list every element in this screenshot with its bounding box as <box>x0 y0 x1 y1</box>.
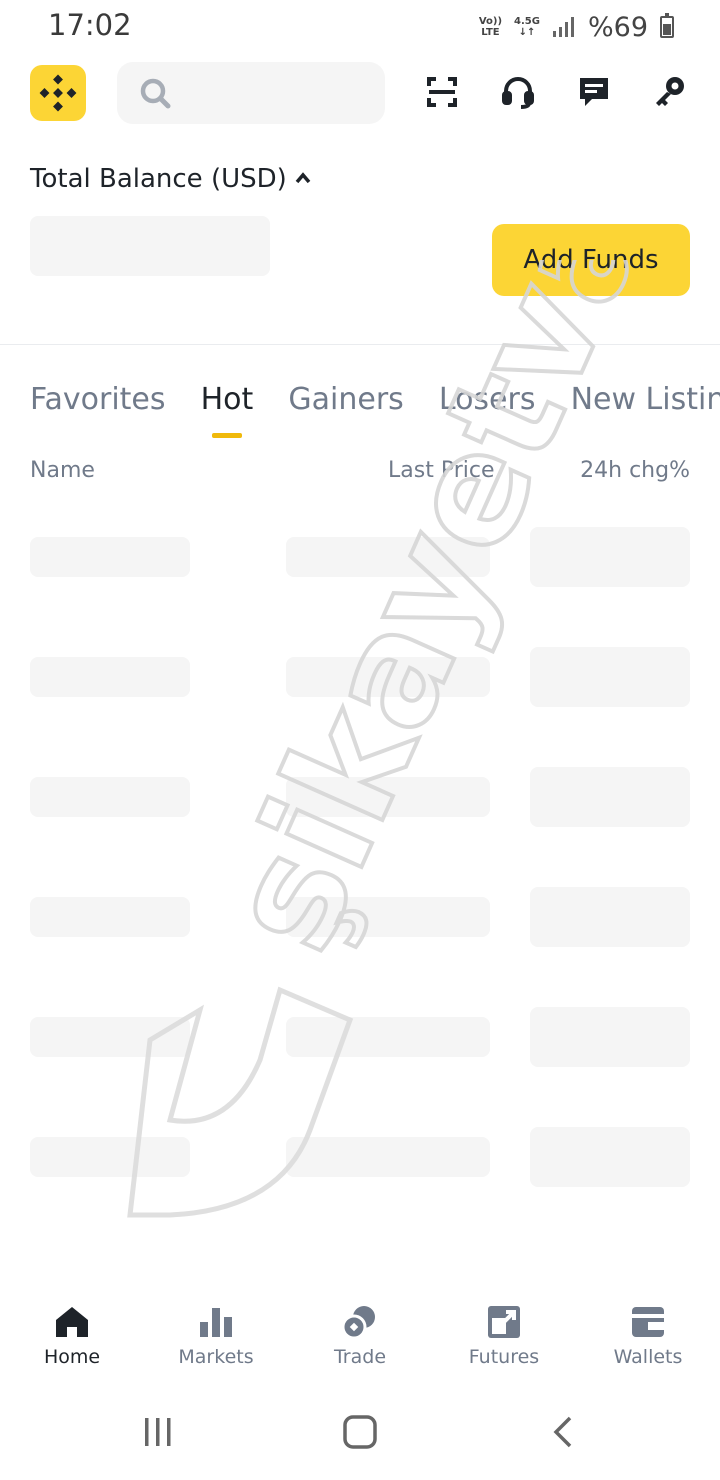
wallets-icon <box>632 1307 664 1337</box>
home-system-icon <box>343 1415 377 1449</box>
nav-label: Wallets <box>613 1346 683 1368</box>
scan-button[interactable] <box>424 74 460 110</box>
name-placeholder <box>30 1137 190 1177</box>
trade-icon <box>342 1306 375 1340</box>
recent-apps-icon <box>145 1418 171 1446</box>
tab-hot[interactable]: Hot <box>201 382 253 438</box>
home-system-button[interactable] <box>330 1412 390 1452</box>
message-icon <box>580 78 608 106</box>
change-placeholder <box>530 1127 690 1187</box>
change-placeholder <box>530 887 690 947</box>
tab-gainers[interactable]: Gainers <box>288 382 403 417</box>
signal-icon <box>552 17 574 37</box>
column-header-24h-change[interactable]: 24h chg% <box>580 458 690 483</box>
status-time: 17:02 <box>48 8 132 42</box>
add-funds-button[interactable]: Add Funds <box>492 224 690 296</box>
battery-icon <box>660 13 674 38</box>
nav-wallets[interactable]: Wallets <box>576 1304 720 1368</box>
nav-home[interactable]: Home <box>0 1304 144 1368</box>
futures-icon <box>488 1306 520 1338</box>
home-icon <box>56 1307 88 1337</box>
nav-label: Home <box>43 1346 101 1368</box>
gift-icon <box>656 77 684 106</box>
nav-trade[interactable]: Trade <box>288 1304 432 1368</box>
total-balance-label: Total Balance (USD) <box>30 164 287 194</box>
divider <box>0 344 720 345</box>
name-placeholder <box>30 777 190 817</box>
binance-logo[interactable] <box>30 65 86 121</box>
price-placeholder <box>286 537 490 577</box>
search-icon <box>140 78 171 109</box>
change-placeholder <box>530 647 690 707</box>
change-placeholder <box>530 1007 690 1067</box>
recent-apps-button[interactable] <box>128 1412 188 1452</box>
search-input[interactable] <box>117 62 385 124</box>
network-indicator: 4.5G ↓↑ <box>514 16 540 38</box>
column-header-name[interactable]: Name <box>30 458 95 483</box>
referral-button[interactable] <box>652 74 688 110</box>
change-placeholder <box>530 527 690 587</box>
volte-bottom: LTE <box>481 27 500 38</box>
markets-icon <box>200 1308 232 1337</box>
price-placeholder <box>286 897 490 937</box>
name-placeholder <box>30 657 190 697</box>
nav-label: Markets <box>178 1346 254 1368</box>
headset-icon <box>502 77 534 109</box>
price-placeholder <box>286 657 490 697</box>
nav-label: Futures <box>468 1346 540 1368</box>
tab-losers[interactable]: Losers <box>439 382 536 417</box>
name-placeholder <box>30 537 190 577</box>
network-type: 4.5G <box>514 16 540 27</box>
status-icons: Vo)) LTE 4.5G ↓↑ %69 <box>479 10 674 44</box>
nav-label: Trade <box>333 1346 387 1368</box>
scan-icon <box>427 77 457 107</box>
binance-logo-icon <box>39 74 77 112</box>
tab-favorites[interactable]: Favorites <box>30 382 166 417</box>
name-placeholder <box>30 897 190 937</box>
price-placeholder <box>286 1017 490 1057</box>
change-placeholder <box>530 767 690 827</box>
back-icon <box>553 1416 572 1448</box>
volte-indicator: Vo)) LTE <box>479 16 502 38</box>
chevron-up-icon <box>295 172 311 184</box>
messages-button[interactable] <box>576 74 612 110</box>
network-arrows: ↓↑ <box>518 27 536 38</box>
balance-toggle[interactable] <box>294 170 312 190</box>
support-button[interactable] <box>500 74 536 110</box>
nav-futures[interactable]: Futures <box>432 1304 576 1368</box>
price-placeholder <box>286 777 490 817</box>
column-header-last-price[interactable]: Last Price <box>388 458 495 483</box>
nav-markets[interactable]: Markets <box>144 1304 288 1368</box>
watermark-text: şikayetvar <box>194 260 630 975</box>
back-button[interactable] <box>532 1412 592 1452</box>
battery-percent: %69 <box>587 11 648 43</box>
name-placeholder <box>30 1017 190 1057</box>
balance-value-placeholder <box>30 216 270 276</box>
price-placeholder <box>286 1137 490 1177</box>
volte-top: Vo)) <box>478 16 503 27</box>
market-tabs: Favorites Hot Gainers Losers New Listing… <box>30 382 720 442</box>
tab-new-listings[interactable]: New Listings <box>571 382 720 417</box>
